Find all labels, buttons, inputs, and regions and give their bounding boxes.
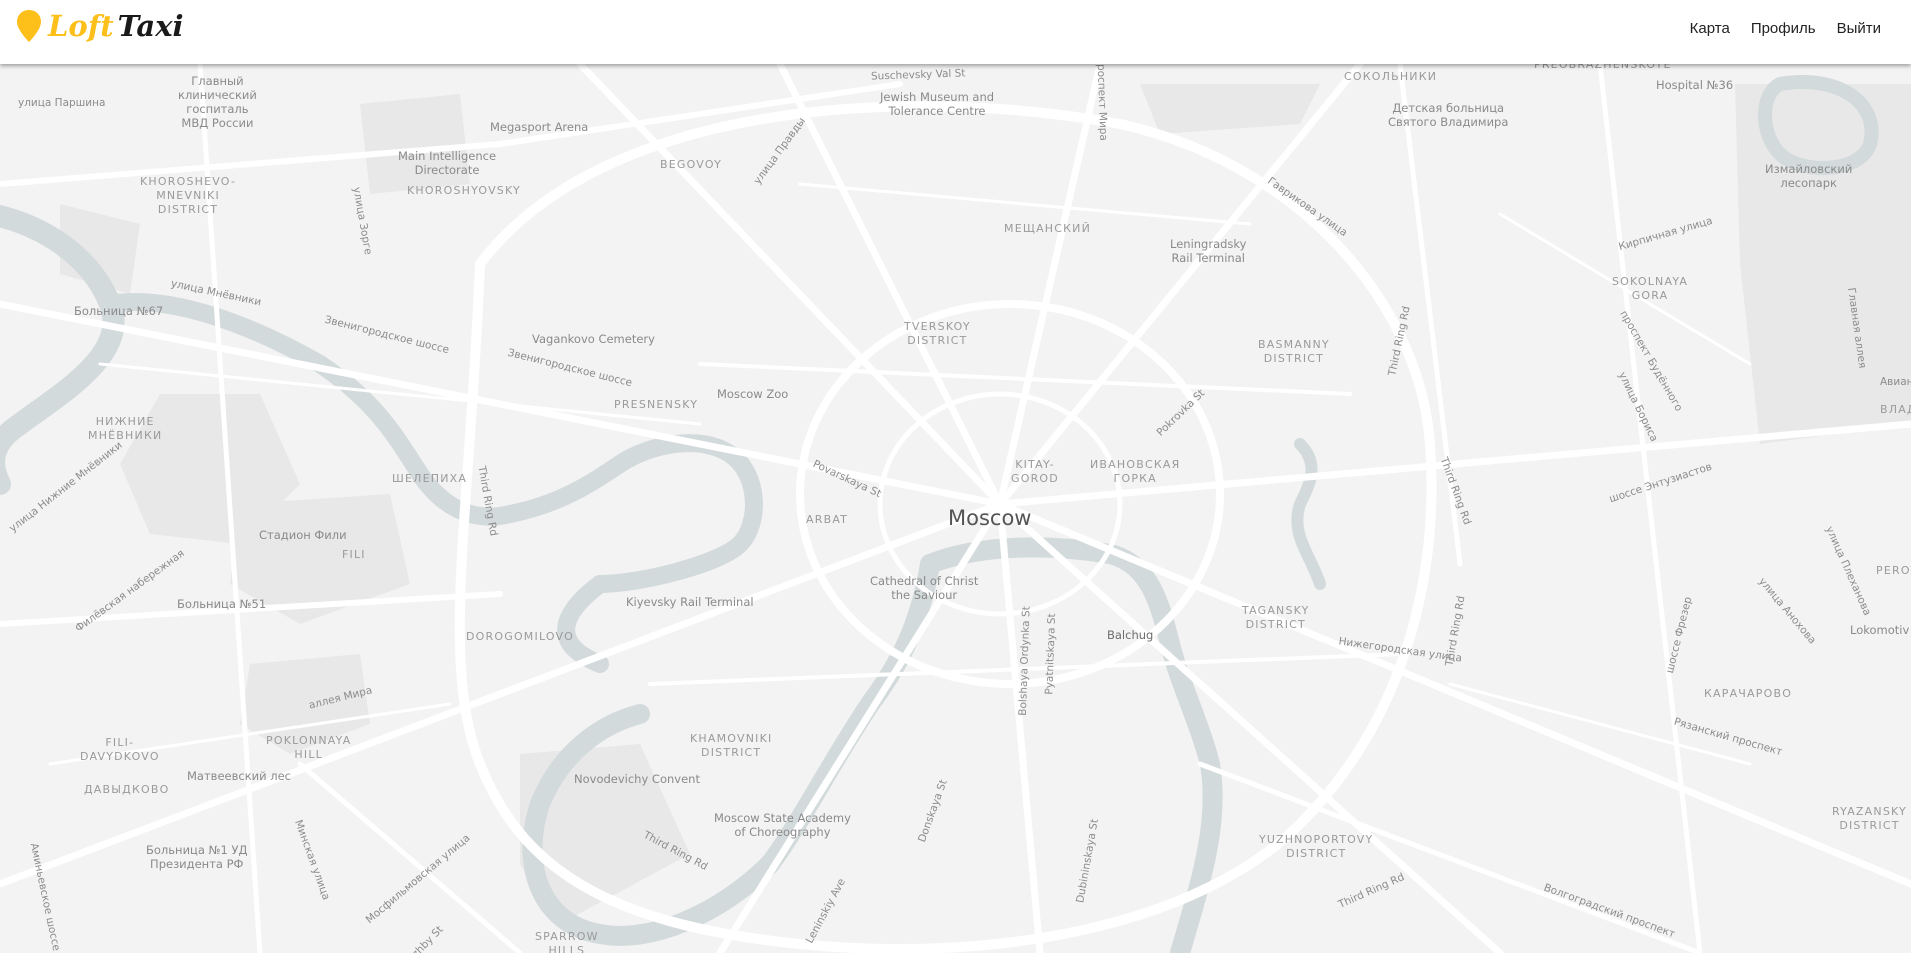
map-label: ARBAT bbox=[806, 513, 849, 526]
map-label: KITAY- GOROD bbox=[1011, 458, 1059, 485]
map-label: Megasport Arena bbox=[490, 120, 589, 134]
map-label: СОКОЛЬНИКИ bbox=[1344, 70, 1438, 83]
nav-link-logout[interactable]: Выйти bbox=[1837, 20, 1881, 37]
map-label: Balchug bbox=[1107, 628, 1154, 642]
map-label: TVERSKOY DISTRICT bbox=[904, 320, 971, 347]
map-label: МЕЩАНСКИЙ bbox=[1004, 222, 1092, 235]
map-label: KHOROSHEVO- MNEVNIKI DISTRICT bbox=[140, 175, 237, 216]
brand-name-part1: Loft bbox=[48, 9, 114, 43]
map-label: Измайловский лесопарк bbox=[1765, 162, 1853, 190]
map-canvas[interactable]: Главный клинический госпиталь МВД России… bbox=[0, 64, 1911, 953]
brand-name: Loft Taxi bbox=[48, 9, 184, 43]
map-label: Авиан bbox=[1880, 376, 1911, 388]
map-label: Больница №51 bbox=[177, 597, 267, 611]
map-label: Lokomotiv St bbox=[1850, 623, 1911, 637]
map-label: FILI bbox=[342, 548, 366, 561]
map-label: НИЖНИЕ МНЁВНИКИ bbox=[88, 415, 163, 442]
map-label: Main Intelligence Directorate bbox=[398, 149, 497, 177]
map-label: YUZHNOPORTOVY DISTRICT bbox=[1259, 833, 1374, 860]
map-label: KHOROSHYOVSKY bbox=[407, 184, 521, 197]
map-label: BASMANNY DISTRICT bbox=[1258, 338, 1330, 365]
map-label: Детская больница Святого Владимира bbox=[1388, 101, 1509, 129]
nav-link-map[interactable]: Карта bbox=[1690, 20, 1730, 37]
map-label: ВЛАД bbox=[1880, 403, 1911, 416]
map-label: SPARROW HILLS bbox=[535, 930, 599, 953]
map-label: RYAZANSKY DISTRICT bbox=[1832, 805, 1907, 832]
map-pin-icon bbox=[17, 10, 41, 42]
map-label: Стадион Фили bbox=[259, 528, 347, 542]
map-label: TAGANSKY DISTRICT bbox=[1242, 604, 1310, 631]
app-header: Loft Taxi Карта Профиль Выйти bbox=[0, 0, 1911, 64]
brand-logo[interactable]: Loft Taxi bbox=[16, 6, 184, 46]
map-label: ДАВЫДКОВО bbox=[84, 783, 170, 796]
map-label: Vagankovo Cemetery bbox=[532, 332, 655, 346]
map-label: Jewish Museum and Tolerance Centre bbox=[880, 90, 995, 118]
brand-name-part2: Taxi bbox=[117, 9, 184, 43]
map-label: проспект Мира bbox=[1094, 64, 1110, 142]
map-label: SOKOLNAYA GORA bbox=[1612, 275, 1689, 302]
map-label: FILI- DAVYDKOVO bbox=[80, 736, 160, 763]
map-label: ИВАНОВСКАЯ ГОРКА bbox=[1090, 458, 1181, 485]
map-label: PRESNENSKY bbox=[614, 398, 699, 411]
map-label: Главный клинический госпиталь МВД России bbox=[178, 74, 257, 130]
map-label: Hospital №36 bbox=[1656, 78, 1734, 92]
map-label: POKLONNAYA HILL bbox=[266, 734, 352, 761]
map-label: BEGOVOY bbox=[660, 158, 722, 171]
map-label: Cathedral of Christ the Saviour bbox=[870, 574, 979, 602]
map-label: KHAMOVNIKI DISTRICT bbox=[690, 732, 773, 759]
map-label: PREOBRAZHENSKOYE bbox=[1534, 64, 1672, 71]
map-label: Kiyevsky Rail Terminal bbox=[626, 595, 754, 609]
map-label: Больница №67 bbox=[74, 304, 164, 318]
map-label: Pyatnitskaya St bbox=[1043, 613, 1059, 695]
map-label: ШЕЛЕПИХА bbox=[392, 472, 468, 485]
map-label: Moscow Zoo bbox=[717, 387, 789, 401]
map-label: DOROGOMILOVO bbox=[466, 630, 574, 643]
map-label: улица Паршина bbox=[18, 97, 106, 109]
nav-link-profile[interactable]: Профиль bbox=[1751, 20, 1816, 37]
map-label: PEROV bbox=[1876, 564, 1911, 577]
map-label: Матвеевский лес bbox=[187, 769, 291, 783]
map-label: Novodevichy Convent bbox=[574, 772, 700, 786]
map-city-label: Moscow bbox=[948, 506, 1032, 530]
main-nav: Карта Профиль Выйти bbox=[1669, 20, 1881, 37]
map-label: Moscow State Academy of Choreography bbox=[714, 811, 851, 839]
map-label: Больница №1 УД Президента РФ bbox=[146, 843, 248, 871]
map-label: Leningradsky Rail Terminal bbox=[1170, 237, 1247, 265]
map-label: КАРАЧАРОВО bbox=[1704, 687, 1793, 700]
